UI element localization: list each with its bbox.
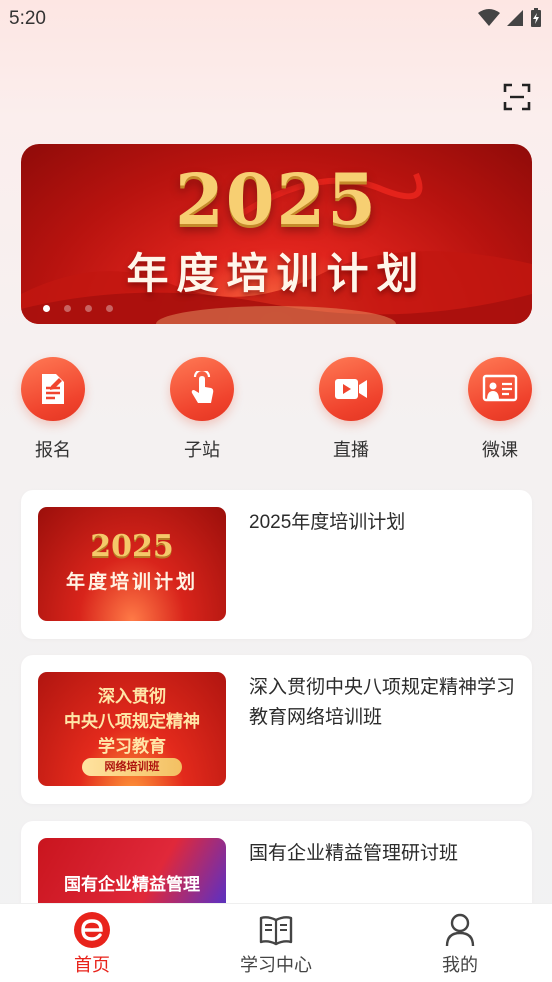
banner-title: 年度培训计划 (126, 249, 427, 298)
tab-mine[interactable]: 我的 (368, 904, 552, 982)
status-icons (478, 8, 542, 28)
status-time: 5:20 (9, 8, 46, 29)
battery-icon (531, 8, 541, 27)
banner-year: 2025 (175, 158, 378, 241)
thumbnail-subtitle: 年度培训计划 (65, 571, 198, 593)
quick-nav-label: 直播 (333, 440, 369, 460)
banner-carousel[interactable]: 2025 年度培训计划 (21, 144, 532, 324)
quick-nav-label: 微课 (482, 440, 518, 460)
scan-icon[interactable] (502, 82, 532, 112)
quick-nav-label: 子站 (184, 440, 220, 460)
carousel-dot[interactable] (64, 305, 71, 312)
user-icon (440, 912, 480, 948)
tab-label: 首页 (74, 955, 110, 975)
course-title: 国有企业精益管理研讨班 (249, 843, 459, 864)
quick-nav-mini-lesson[interactable]: 微课 (460, 357, 540, 462)
thumbnail-text: 国有企业精益管理 (64, 875, 200, 895)
tab-home[interactable]: 首页 (0, 904, 184, 982)
thumbnail-year: 2025 (90, 529, 174, 564)
tab-label: 学习中心 (240, 955, 312, 975)
video-camera-icon (319, 357, 383, 421)
course-title: 深入贯彻中央八项规定精神学习教育网络培训班 (249, 677, 516, 728)
carousel-dot[interactable] (85, 305, 92, 312)
course-card[interactable]: 2025 年度培训计划 2025年度培训计划 (21, 490, 532, 639)
quick-nav-signup[interactable]: 报名 (13, 357, 93, 462)
tab-label: 我的 (442, 955, 478, 975)
thumbnail-tag: 网络培训班 (82, 758, 182, 776)
quick-nav-live[interactable]: 直播 (311, 357, 391, 462)
tab-learning-center[interactable]: 学习中心 (184, 904, 368, 982)
mini-lesson-icon (468, 357, 532, 421)
signup-doc-icon (21, 357, 85, 421)
wifi-icon (478, 9, 500, 26)
thumbnail-line: 学习教育 (98, 737, 166, 757)
course-title: 2025年度培训计划 (249, 512, 406, 533)
home-e-logo-icon (72, 912, 112, 948)
signal-icon (507, 10, 523, 26)
carousel-dot[interactable] (43, 305, 50, 312)
course-thumbnail: 深入贯彻 中央八项规定精神 学习教育 网络培训班 (38, 672, 226, 786)
course-card[interactable]: 深入贯彻 中央八项规定精神 学习教育 网络培训班 深入贯彻中央八项规定精神学习教… (21, 655, 532, 804)
thumbnail-line: 深入贯彻 (98, 687, 166, 707)
quick-nav-label: 报名 (35, 440, 71, 460)
quick-nav: 报名 子站 直播 微课 (0, 357, 552, 467)
open-book-icon (256, 912, 296, 948)
carousel-dot[interactable] (106, 305, 113, 312)
tap-hand-icon (170, 357, 234, 421)
quick-nav-substation[interactable]: 子站 (162, 357, 242, 462)
thumbnail-line: 中央八项规定精神 (64, 712, 200, 732)
bottom-tab-bar: 首页 学习中心 我的 (0, 903, 552, 982)
carousel-dots (43, 305, 113, 312)
status-bar: 5:20 (0, 0, 552, 38)
course-thumbnail: 2025 年度培训计划 (38, 507, 226, 621)
